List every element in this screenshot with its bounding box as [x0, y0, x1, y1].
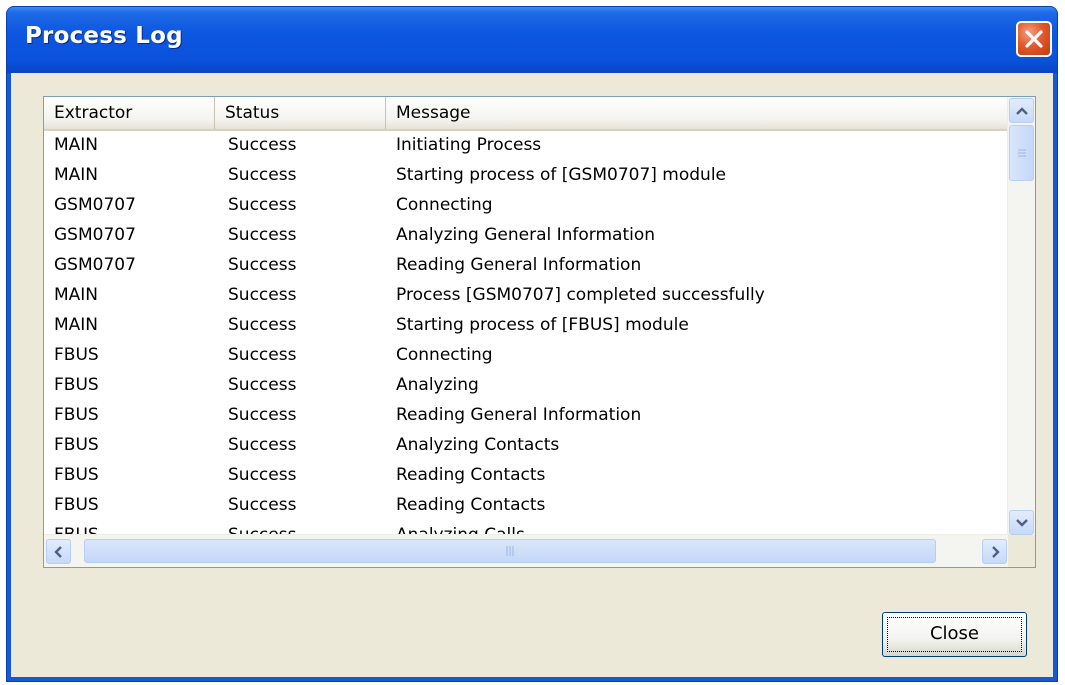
scroll-left-button[interactable] — [46, 539, 71, 564]
close-button-label: Close — [929, 623, 980, 644]
cell-message: Reading General Information — [396, 405, 642, 425]
cell-message: Analyzing General Information — [396, 225, 656, 245]
scroll-right-button[interactable] — [982, 539, 1007, 564]
table-row[interactable]: FBUS Success Reading Contacts — [44, 491, 1009, 521]
cell-message: Reading Contacts — [396, 495, 546, 515]
scroll-up-button[interactable] — [1009, 98, 1034, 123]
cell-status: Success — [228, 465, 297, 485]
table-row[interactable]: MAIN Success Starting process of [FBUS] mo… — [44, 311, 1009, 341]
table-row[interactable]: FBUS Success Reading Contacts — [44, 461, 1009, 491]
table-row[interactable]: FBUS Success Connecting — [44, 341, 1009, 371]
cell-status: Success — [228, 495, 297, 515]
cell-status: Success — [228, 405, 297, 425]
chevron-right-icon — [992, 546, 1000, 558]
cell-extractor: FBUS — [54, 375, 99, 395]
log-list-view[interactable]: Extractor Status Message MAIN Success Init… — [43, 96, 1036, 568]
cell-message: Analyzing Contacts — [396, 435, 560, 455]
cell-extractor: GSM0707 — [54, 255, 136, 275]
window-title: Process Log — [25, 23, 183, 49]
grip-icon — [1018, 149, 1026, 157]
cell-message: Initiating Process — [396, 135, 542, 155]
horizontal-scrollbar[interactable] — [44, 534, 1009, 567]
close-button[interactable]: Close — [882, 612, 1027, 657]
scroll-down-button[interactable] — [1009, 510, 1034, 535]
cell-extractor: MAIN — [54, 315, 99, 335]
horizontal-scroll-thumb[interactable] — [84, 539, 936, 563]
chevron-up-icon — [1016, 107, 1028, 115]
cell-extractor: MAIN — [54, 165, 99, 185]
cell-status: Success — [228, 135, 297, 155]
cell-status: Success — [228, 315, 297, 335]
chevron-down-icon — [1016, 519, 1028, 527]
cell-extractor: MAIN — [54, 285, 99, 305]
cell-extractor: GSM0707 — [54, 225, 136, 245]
table-row[interactable]: FBUS Success Analyzing — [44, 371, 1009, 401]
column-header-message[interactable]: Message — [386, 97, 1009, 129]
cell-extractor: FBUS — [54, 345, 99, 365]
column-header-status[interactable]: Status — [215, 97, 386, 129]
process-log-window: Process Log Extractor Status Message MAI… — [6, 6, 1058, 682]
scrollbar-corner — [1008, 535, 1035, 567]
vertical-scroll-thumb[interactable] — [1009, 125, 1034, 181]
table-row[interactable]: GSM0707 Success Analyzing General Informat… — [44, 221, 1009, 251]
table-row[interactable]: GSM0707 Success Reading General Informatio… — [44, 251, 1009, 281]
cell-message: Reading General Information — [396, 255, 642, 275]
cell-message: Connecting — [396, 195, 493, 215]
cell-status: Success — [228, 435, 297, 455]
cell-message: Connecting — [396, 345, 493, 365]
title-bar[interactable]: Process Log — [7, 7, 1057, 73]
cell-status: Success — [228, 165, 297, 185]
cell-extractor: FBUS — [54, 465, 99, 485]
cell-status: Success — [228, 285, 297, 305]
cell-extractor: MAIN — [54, 135, 99, 155]
cell-extractor: FBUS — [54, 495, 99, 515]
close-x-icon — [1025, 30, 1043, 48]
cell-extractor: FBUS — [54, 435, 99, 455]
vertical-scrollbar[interactable] — [1007, 97, 1035, 536]
title-close-button[interactable] — [1016, 21, 1052, 57]
cell-status: Success — [228, 375, 297, 395]
table-row[interactable]: MAIN Success Process [GSM0707] completed s… — [44, 281, 1009, 311]
cell-message: Starting process of [FBUS] module — [396, 315, 689, 335]
table-row[interactable]: MAIN Success Initiating Process — [44, 131, 1009, 161]
log-rows: MAIN Success Initiating Process MAIN Success… — [44, 131, 1009, 551]
cell-extractor: GSM0707 — [54, 195, 136, 215]
cell-message: Reading Contacts — [396, 465, 546, 485]
cell-message: Starting process of [GSM0707] module — [396, 165, 727, 185]
cell-status: Success — [228, 225, 297, 245]
cell-status: Success — [228, 195, 297, 215]
cell-extractor: FBUS — [54, 405, 99, 425]
list-header: Extractor Status Message — [44, 97, 1009, 131]
dialog-client-area: Extractor Status Message MAIN Success Init… — [11, 73, 1053, 677]
grip-icon — [506, 546, 514, 556]
cell-message: Process [GSM0707] completed successfully — [396, 285, 765, 305]
table-row[interactable]: GSM0707 Success Connecting — [44, 191, 1009, 221]
column-header-extractor[interactable]: Extractor — [44, 97, 215, 129]
table-row[interactable]: FBUS Success Analyzing Contacts — [44, 431, 1009, 461]
table-row[interactable]: MAIN Success Starting process of [GSM0707]… — [44, 161, 1009, 191]
chevron-left-icon — [54, 546, 62, 558]
table-row[interactable]: FBUS Success Reading General Information — [44, 401, 1009, 431]
cell-status: Success — [228, 345, 297, 365]
cell-status: Success — [228, 255, 297, 275]
cell-message: Analyzing — [396, 375, 479, 395]
